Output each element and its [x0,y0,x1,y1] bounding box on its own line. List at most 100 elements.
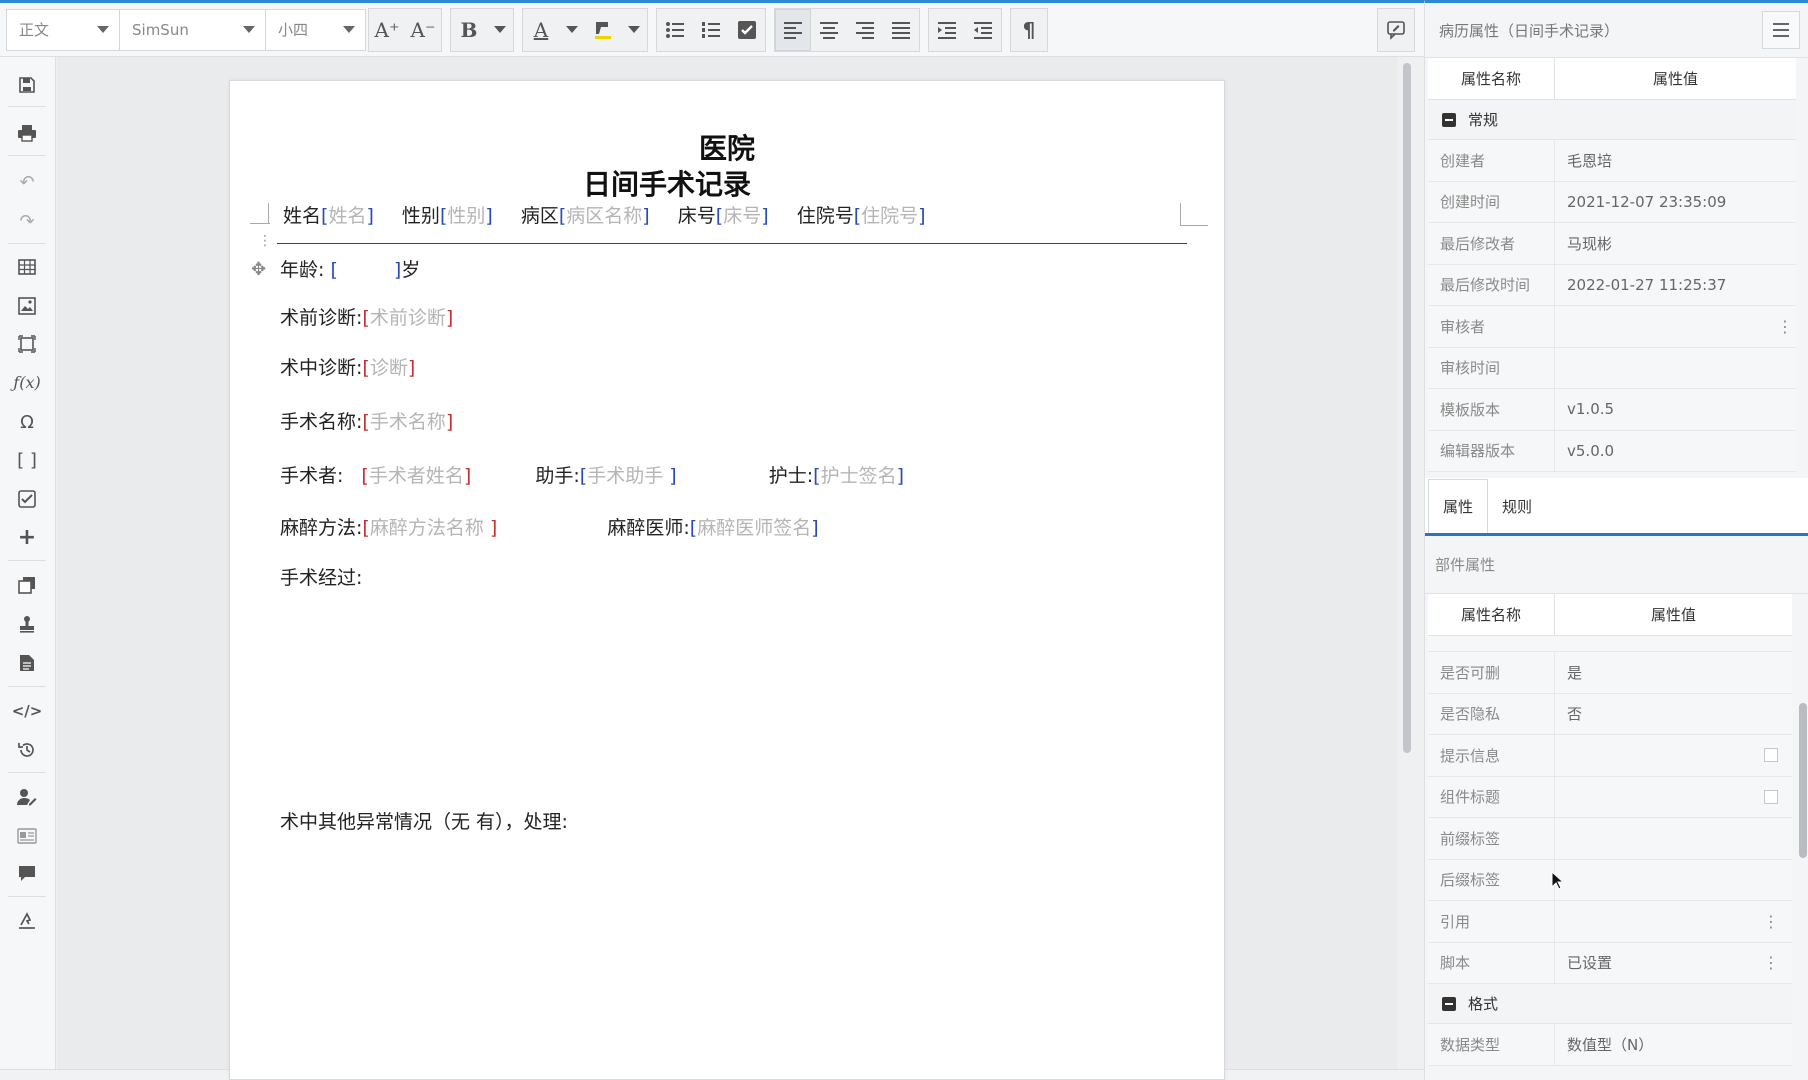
drag-handle-icon[interactable]: ⋮ [258,233,272,249]
collapse-icon[interactable] [1442,112,1456,127]
align-justify-button[interactable] [883,9,919,51]
surgery-name-label: 手术名称: [280,411,363,433]
property-row[interactable]: 最后修改者 马现彬 [1428,223,1796,265]
property-row[interactable]: 是否可删是 [1428,652,1792,694]
preop-diagnosis-row: 术前诊断:[术前诊断] [280,303,453,330]
assistant-field[interactable]: [手术助手 ] [580,465,677,487]
align-center-button[interactable] [811,9,847,51]
surgeon-field[interactable]: [手术者姓名] [361,465,471,487]
style-select[interactable]: 正文 [6,8,120,51]
property-row[interactable]: 最后修改时间 2022-01-27 11:25:37 [1428,264,1796,306]
highlight-button[interactable] [585,9,621,51]
align-right-button[interactable] [847,9,883,51]
property-row[interactable]: 组件标题 [1428,776,1792,818]
property-value: v1.0.5 [1567,400,1615,419]
category-general[interactable]: 常规 [1428,100,1796,140]
id-card-button[interactable] [8,819,46,853]
paragraph-mark-button[interactable]: ¶ [1011,9,1047,51]
indent-decrease-button[interactable] [965,9,1001,51]
property-row[interactable]: 引用 ⋮ [1428,901,1792,943]
comment-button[interactable] [8,857,46,891]
checkbox-list-button[interactable] [729,9,765,51]
redo-button[interactable]: ↷ [8,204,46,238]
bed-field[interactable]: 床号[床号] [678,205,769,227]
print-icon [18,125,36,142]
property-row[interactable]: 创建时间 2021-12-07 23:35:09 [1428,181,1796,223]
source-code-button[interactable]: </> [8,694,46,728]
editor-vertical-scrollbar[interactable] [1401,57,1413,1069]
numbered-list-button[interactable] [693,9,729,51]
ward-field[interactable]: 病区[病区名称] [521,205,650,227]
history-button[interactable] [8,733,46,767]
font-select[interactable]: SimSun [120,8,266,51]
property-name: 脚本 [1428,942,1555,983]
panel-menu-button[interactable] [1762,11,1800,49]
property-row[interactable]: 脚本 已设置 ⋮ [1428,942,1792,984]
surgery-name-field[interactable]: [手术名称] [362,411,453,433]
name-field[interactable]: 姓名[姓名] [283,205,374,227]
property-row[interactable]: 审核时间 [1428,347,1796,389]
insert-image-button[interactable] [8,289,46,323]
bold-button[interactable]: B [451,9,487,51]
gender-field[interactable]: 性别[性别] [402,205,493,227]
property-row[interactable]: 创建者 毛恩培 [1428,140,1796,182]
collapse-icon[interactable] [1442,996,1456,1011]
highlight-dropdown[interactable] [621,9,647,51]
signature-button[interactable] [8,904,46,938]
property-row[interactable]: 前缀标签 [1428,818,1792,860]
move-icon[interactable]: ✥ [251,259,266,280]
tab-rules[interactable]: 规则 [1488,479,1546,533]
category-format[interactable]: 格式 [1428,984,1792,1024]
checkbox[interactable] [1764,789,1778,804]
property-row[interactable]: 编辑器版本 v5.0.0 [1428,430,1796,472]
insert-symbol-button[interactable]: Ω [8,405,46,439]
insert-table-button[interactable] [8,250,46,284]
nurse-field[interactable]: [护士签名] [813,465,904,487]
document-button[interactable] [8,646,46,680]
insert-checkbox-button[interactable] [8,482,46,516]
property-row[interactable]: 审核者 ⋮ [1428,306,1796,348]
property-name: 模板版本 [1428,389,1555,430]
insert-formula-button[interactable]: ƒ(x) [8,365,46,399]
font-color-button[interactable]: A [523,9,559,51]
print-button[interactable] [8,116,46,150]
user-sign-button[interactable] [8,780,46,814]
property-row[interactable]: 模板版本 v1.0.5 [1428,389,1796,431]
checkbox[interactable] [1764,748,1778,763]
document-page[interactable]: 医院 日间手术记录 姓名[姓名] 性别[性别] 病区[病区名称] 床号[床号] … [229,80,1225,1080]
comment-toggle-button[interactable] [1378,9,1414,51]
anesthesia-method-field[interactable]: [麻醉方法名称 ] [362,517,497,539]
bold-dropdown[interactable] [487,9,513,51]
undo-button[interactable]: ↶ [8,165,46,199]
property-row[interactable]: 是否隐私否 [1428,693,1792,735]
insert-frame-button[interactable] [8,327,46,361]
save-button[interactable] [8,68,46,102]
property-row[interactable]: 数据类型 数值型（N） [1428,1024,1792,1066]
age-field[interactable]: [] [330,259,401,281]
tab-properties[interactable]: 属性 [1428,479,1489,533]
more-options-icon[interactable]: ⋮ [1763,953,1779,972]
font-shrink-button[interactable]: A⁻ [405,9,441,51]
font-grow-button[interactable]: A⁺ [369,9,405,51]
add-button[interactable]: + [8,520,46,554]
more-options-icon[interactable]: ⋮ [1777,317,1793,336]
align-left-button[interactable] [775,8,811,51]
stamp-button[interactable] [8,607,46,641]
scrollbar-thumb[interactable] [1403,63,1411,753]
insert-field-button[interactable]: [ ] [8,443,46,477]
nurse-label: 护士: [768,465,814,487]
bullet-list-button[interactable] [657,9,693,51]
admission-no-field[interactable]: 住院号[住院号] [797,205,926,227]
code-icon: </> [11,702,43,720]
preop-diagnosis-field[interactable]: [术前诊断] [362,307,453,329]
indent-increase-button[interactable] [929,9,965,51]
more-options-icon[interactable]: ⋮ [1763,912,1779,931]
panel-scrollbar-thumb[interactable] [1799,703,1807,858]
font-color-dropdown[interactable] [559,9,585,51]
copy-button[interactable] [8,568,46,602]
property-row[interactable]: 提示信息 [1428,735,1792,777]
intraop-diagnosis-field[interactable]: [诊断] [362,357,415,379]
size-select[interactable]: 小四 [266,8,366,51]
anesthesiologist-field[interactable]: [麻醉医师签名] [690,517,819,539]
property-row[interactable]: 后缀标签 [1428,859,1792,901]
